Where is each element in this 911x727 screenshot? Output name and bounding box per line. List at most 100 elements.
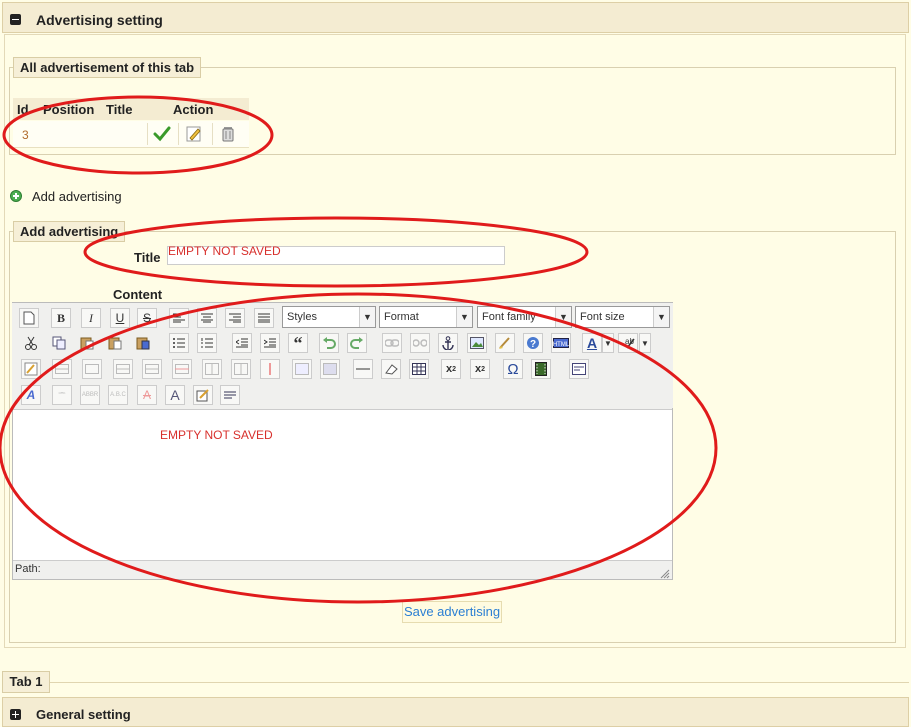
italic-icon[interactable]: I — [81, 308, 101, 328]
table-props-icon[interactable] — [21, 359, 41, 379]
styles-select-value: Styles — [287, 311, 317, 323]
align-center-icon[interactable] — [197, 308, 217, 328]
redo-icon[interactable] — [347, 333, 367, 353]
merge-cells-icon[interactable] — [320, 359, 340, 379]
format-select-value: Format — [384, 311, 419, 323]
special-char-icon[interactable]: Ω — [503, 359, 523, 379]
attributes-icon[interactable] — [193, 385, 213, 405]
nonbreaking-icon[interactable] — [220, 385, 240, 405]
section-title: Advertising setting — [36, 12, 163, 28]
new-document-icon[interactable] — [19, 308, 39, 328]
col-position: Position — [43, 102, 95, 117]
cut-icon[interactable] — [21, 333, 41, 353]
highlight-color-icon[interactable]: ab — [618, 333, 638, 353]
paste-icon[interactable] — [77, 333, 97, 353]
paste-text-icon[interactable] — [105, 333, 125, 353]
font-family-select[interactable]: Font family ▼ — [477, 306, 572, 328]
outdent-icon[interactable] — [232, 333, 252, 353]
col-action: Action — [173, 102, 214, 117]
insertion-icon[interactable]: A — [165, 385, 185, 405]
editor-toolbar: B I U S Styles ▼ Format ▼ Font family ▼ Fon… — [12, 303, 673, 408]
svg-text:HTML: HTML — [553, 342, 569, 348]
media-icon[interactable] — [531, 359, 551, 379]
image-icon[interactable] — [467, 333, 487, 353]
bold-icon[interactable]: B — [51, 308, 71, 328]
visual-aid-icon[interactable] — [569, 359, 589, 379]
chevron-down-icon[interactable]: ▼ — [639, 333, 651, 353]
save-advertising-button[interactable]: Save advertising — [402, 601, 502, 623]
col-title: Title — [106, 102, 133, 117]
anchor-icon[interactable] — [438, 333, 458, 353]
styles-select[interactable]: Styles ▼ — [282, 306, 376, 328]
chevron-down-icon: ▼ — [359, 307, 375, 327]
insert-row-before-icon[interactable] — [113, 359, 133, 379]
add-icon[interactable] — [10, 190, 22, 202]
chevron-down-icon: ▼ — [653, 307, 669, 327]
row-id: 3 — [22, 128, 29, 142]
abbreviation-icon[interactable]: ABBR — [80, 385, 100, 405]
justify-icon[interactable] — [254, 308, 274, 328]
content-annotation: EMPTY NOT SAVED — [160, 428, 273, 442]
superscript-icon[interactable]: x2 — [470, 359, 490, 379]
bullet-list-icon[interactable] — [169, 333, 189, 353]
add-advertising-link[interactable]: Add advertising — [32, 189, 122, 204]
svg-text:?: ? — [530, 339, 536, 350]
text-color-icon[interactable]: A — [582, 333, 602, 353]
unlink-icon[interactable] — [410, 333, 430, 353]
title-label: Title — [134, 250, 161, 265]
insert-col-after-icon[interactable] — [231, 359, 251, 379]
resize-handle-icon[interactable] — [660, 568, 670, 579]
insert-row-after-icon[interactable] — [142, 359, 162, 379]
tab-1[interactable]: Tab 1 — [2, 671, 50, 693]
delete-icon[interactable] — [221, 126, 235, 145]
content-label: Content — [113, 287, 163, 302]
expand-icon[interactable] — [10, 709, 21, 720]
deletion-icon[interactable]: A — [137, 385, 157, 405]
cleanup-icon[interactable] — [495, 333, 515, 353]
title-annotation: EMPTY NOT SAVED — [168, 244, 281, 258]
subscript-icon[interactable]: x2 — [441, 359, 461, 379]
paste-word-icon[interactable] — [133, 333, 153, 353]
underline-icon[interactable]: U — [110, 308, 130, 328]
insert-col-before-icon[interactable] — [202, 359, 222, 379]
style-props-icon[interactable]: A — [21, 385, 41, 405]
tab-divider — [2, 682, 909, 683]
font-size-select-value: Font size — [580, 311, 625, 323]
table-row — [13, 121, 249, 148]
link-icon[interactable] — [382, 333, 402, 353]
font-size-select[interactable]: Font size ▼ — [575, 306, 670, 328]
table-icon[interactable] — [409, 359, 429, 379]
undo-icon[interactable] — [319, 333, 339, 353]
check-icon[interactable] — [153, 126, 171, 145]
chevron-down-icon[interactable]: ▼ — [602, 333, 614, 353]
help-icon[interactable]: ? — [523, 333, 543, 353]
editor-content-area[interactable] — [13, 409, 672, 561]
chevron-down-icon: ▼ — [456, 307, 472, 327]
align-right-icon[interactable] — [225, 308, 245, 328]
row-props-icon[interactable] — [52, 359, 72, 379]
horizontal-rule-icon[interactable] — [353, 359, 373, 379]
add-form-legend: Add advertising — [13, 221, 126, 242]
general-setting-header[interactable] — [2, 697, 909, 727]
align-left-icon[interactable] — [169, 308, 189, 328]
editor-path-label: Path: — [15, 563, 41, 575]
edit-icon[interactable] — [186, 126, 202, 145]
delete-col-icon[interactable] — [260, 359, 280, 379]
chevron-down-icon: ▼ — [555, 307, 571, 327]
general-setting-title: General setting — [36, 707, 131, 722]
numbered-list-icon[interactable] — [197, 333, 217, 353]
format-select[interactable]: Format ▼ — [379, 306, 473, 328]
strikethrough-icon[interactable]: S — [137, 308, 157, 328]
collapse-icon[interactable] — [10, 14, 21, 25]
blockquote-icon[interactable]: “ — [288, 333, 308, 353]
cell-props-icon[interactable] — [82, 359, 102, 379]
cite-icon[interactable]: “”“ — [52, 385, 72, 405]
indent-icon[interactable] — [260, 333, 280, 353]
acronym-icon[interactable]: A.B.C — [108, 385, 128, 405]
font-family-select-value: Font family — [482, 311, 536, 323]
html-source-icon[interactable]: HTML — [551, 333, 571, 353]
remove-format-icon[interactable] — [381, 359, 401, 379]
split-cells-icon[interactable] — [292, 359, 312, 379]
delete-row-icon[interactable] — [172, 359, 192, 379]
copy-icon[interactable] — [49, 333, 69, 353]
